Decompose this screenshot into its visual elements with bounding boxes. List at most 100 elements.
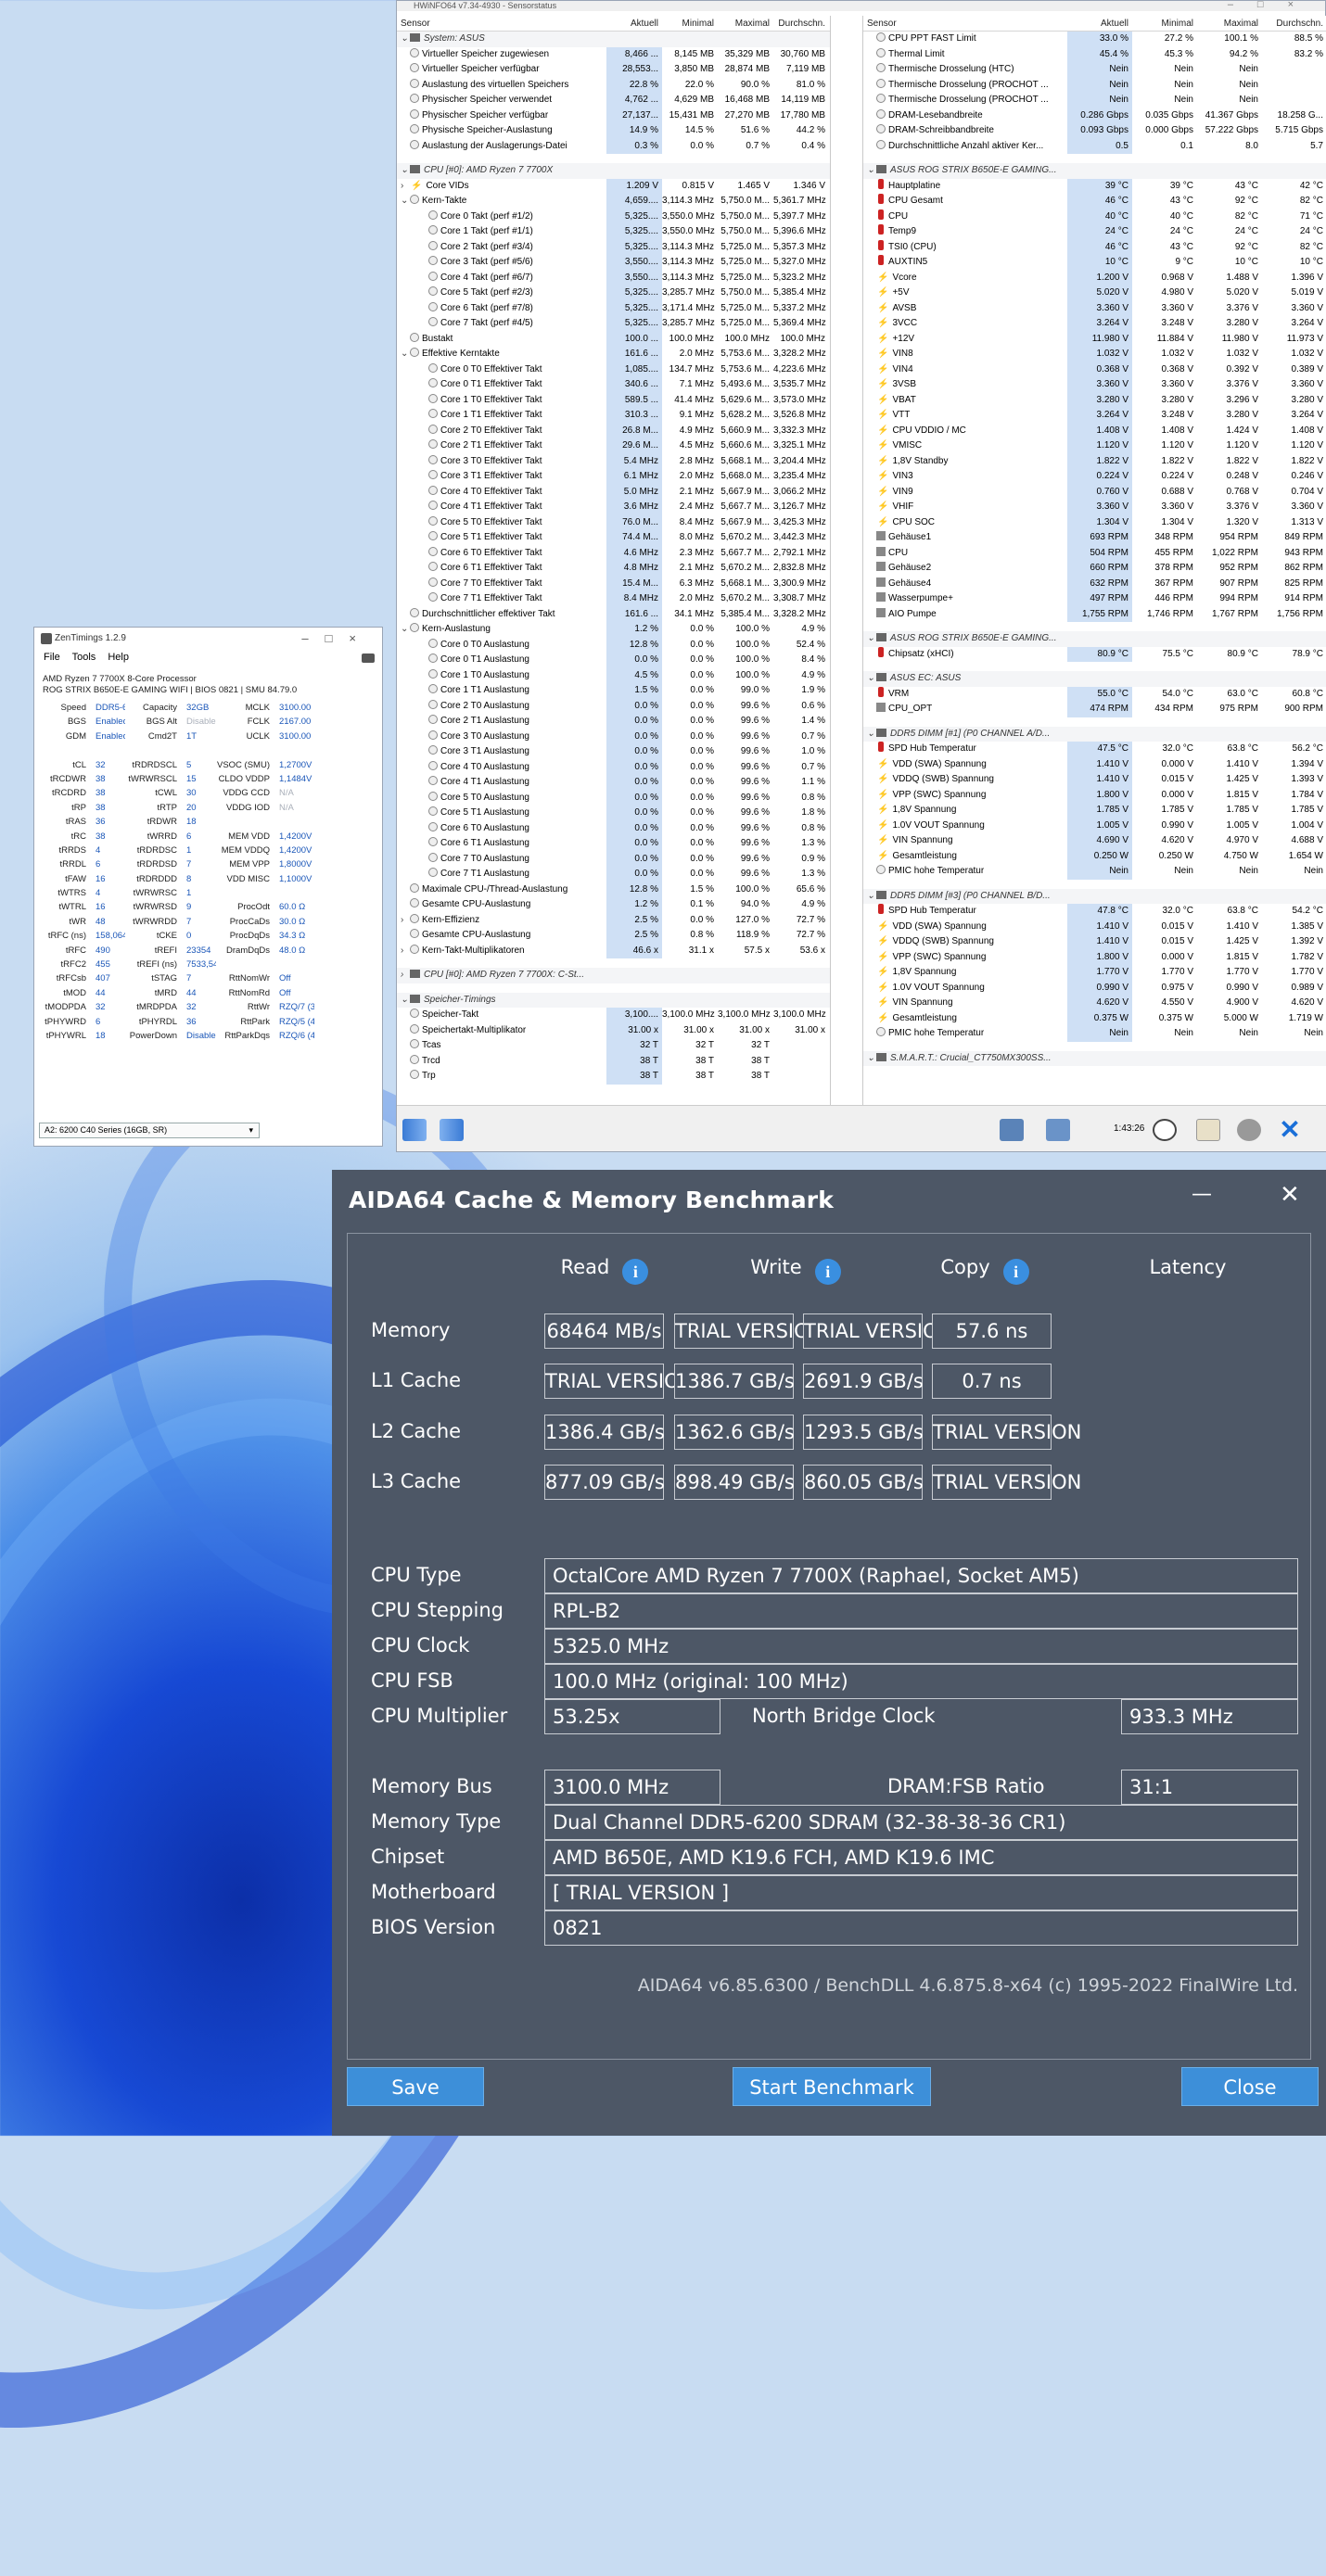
sensor-group-row[interactable]: ⌄ DDR5 DIMM [#3] (P0 CHANNEL B/D... (863, 888, 1326, 904)
sensor-row[interactable]: ⚡ VBAT 3.280 V 3.280 V 3.296 V 3.280 V (863, 392, 1326, 408)
sensor-row[interactable]: Thermische Drosselung (HTC) Nein Nein Nein (863, 62, 1326, 78)
sensor-row[interactable]: Core 0 T0 Auslastung 12.8 % 0.0 % 100.0 % 52… (397, 637, 830, 653)
column-header-label[interactable]: Sensor (397, 16, 606, 31)
sensor-row[interactable]: CPU 40 °C 40 °C 82 °C 71 °C (863, 209, 1326, 224)
sensor-row[interactable]: ⚡ VDD (SWA) Spannung 1.410 V 0.000 V 1.410 V… (863, 756, 1326, 772)
sensor-row[interactable]: Physische Speicher-Auslastung 14.9 % 14.5 … (397, 123, 830, 139)
sensor-row[interactable]: Core 1 T1 Auslastung 1.5 % 0.0 % 99.0 % 1.9 … (397, 683, 830, 699)
settings-gear-icon[interactable] (1237, 1119, 1261, 1141)
column-header-label[interactable]: Maximal (1197, 16, 1262, 31)
sensor-row[interactable]: Core 7 T1 Effektiver Takt 8.4 MHz 2.0 MHz 5… (397, 591, 830, 607)
sensor-row[interactable]: ⚡ VTT 3.264 V 3.248 V 3.280 V 3.264 V (863, 408, 1326, 424)
sensor-row[interactable]: AIO Pumpe 1,755 RPM 1,746 RPM 1,767 RPM 1,75… (863, 606, 1326, 622)
sensor-row[interactable]: › Kern-Effizienz 2.5 % 0.0 % 127.0 % 72.7 % (397, 912, 830, 928)
column-header[interactable]: Sensor Aktuell Minimal Maximal Durchschn. (397, 16, 830, 32)
sensor-row[interactable]: CPU 504 RPM 455 RPM 1,022 RPM 943 RPM (863, 545, 1326, 561)
sensor-row[interactable]: SPD Hub Temperatur 47.5 °C 32.0 °C 63.8 °C 5… (863, 742, 1326, 757)
sensor-row[interactable]: ⚡ CPU VDDIO / MC 1.408 V 1.408 V 1.424 V 1.40… (863, 423, 1326, 438)
sensor-row[interactable]: ⚡ 1.0V VOUT Spannung 1.005 V 0.990 V 1.005 V… (863, 818, 1326, 833)
network-icon[interactable] (1000, 1119, 1024, 1141)
expand-arrows-icon[interactable] (440, 1119, 464, 1141)
sensor-row[interactable]: ⚡ 1,8V Spannung 1.785 V 1.785 V 1.785 V 1.785… (863, 803, 1326, 818)
sensor-row[interactable]: Core 7 Takt (perf #4/5) 5,325.... 3,285.7 … (397, 316, 830, 332)
sensor-row[interactable]: ⚡ 3VCC 3.264 V 3.248 V 3.280 V 3.264 V (863, 316, 1326, 332)
menu-help[interactable]: Help (108, 652, 129, 663)
column-header-label[interactable]: Aktuell (606, 16, 662, 31)
sensor-row[interactable]: Wasserpumpe+ 497 RPM 446 RPM 994 RPM 914 RPM (863, 591, 1326, 607)
sensor-row[interactable]: Core 1 T0 Effektiver Takt 589.5 ... 41.4 M… (397, 392, 830, 408)
close-x-icon[interactable]: ✕ (1278, 1117, 1302, 1143)
sensor-row[interactable]: Core 6 T0 Effektiver Takt 4.6 MHz 2.3 MHz 5… (397, 545, 830, 561)
sensor-row[interactable]: Core 6 Takt (perf #7/8) 5,325.... 3,171.4 … (397, 300, 830, 316)
sensor-group-row[interactable]: ⌄ CPU [#0]: AMD Ryzen 7 7700X (397, 163, 830, 179)
sensor-row[interactable]: ⚡ CPU SOC 1.304 V 1.304 V 1.320 V 1.313 V (863, 514, 1326, 530)
sensor-row[interactable]: Core 5 T1 Auslastung 0.0 % 0.0 % 99.6 % 1.8 … (397, 806, 830, 821)
window-controls[interactable]: –□× (1228, 0, 1318, 10)
sensor-row[interactable]: Core 2 T0 Auslastung 0.0 % 0.0 % 99.6 % 0.6 … (397, 698, 830, 714)
sensor-row[interactable]: Core 1 T0 Auslastung 4.5 % 0.0 % 100.0 % 4.9… (397, 667, 830, 683)
info-icon[interactable]: i (622, 1259, 649, 1285)
screenshot-icon[interactable] (362, 654, 375, 663)
sensor-row[interactable]: CPU Gesamt 46 °C 43 °C 92 °C 82 °C (863, 194, 1326, 209)
sensor-row[interactable]: ⚡ VDDQ (SWB) Spannung 1.410 V 0.015 V 1.425 … (863, 772, 1326, 788)
sensor-row[interactable]: DRAM-Schreibbandbreite 0.093 Gbps 0.000 Gb… (863, 123, 1326, 139)
sensor-row[interactable]: Thermische Drosselung (PROCHOT ... Nein Ne… (863, 77, 1326, 93)
sensor-row[interactable]: Core 3 T1 Auslastung 0.0 % 0.0 % 99.6 % 1.0 … (397, 744, 830, 760)
minimize-button[interactable]: — (1192, 1183, 1212, 1206)
sensor-group-row[interactable]: ⌄ ASUS ROG STRIX B650E-E GAMING... (863, 163, 1326, 179)
start-benchmark-button[interactable]: Start Benchmark (733, 2067, 931, 2106)
sensor-group-row[interactable]: ⌄ ASUS EC: ASUS (863, 671, 1326, 687)
sensor-row[interactable]: Core 0 T1 Auslastung 0.0 % 0.0 % 100.0 % 8.4… (397, 653, 830, 668)
profile-select[interactable]: A2: 6200 C40 Series (16GB, SR) ▾ (39, 1123, 260, 1138)
sensor-row[interactable]: Physischer Speicher verfügbar 27,137... 15… (397, 108, 830, 123)
sensor-row[interactable]: ⚡ VDDQ (SWB) Spannung 1.410 V 0.015 V 1.425 … (863, 934, 1326, 950)
sensor-row[interactable]: ⚡ VPP (SWC) Spannung 1.800 V 0.000 V 1.815 V… (863, 949, 1326, 965)
close-button[interactable]: Close (1181, 2067, 1319, 2106)
sensor-row[interactable]: Chipsatz (xHCI) 80.9 °C 75.5 °C 80.9 °C 78.9… (863, 646, 1326, 662)
sensor-row[interactable]: PMIC hohe Temperatur Nein Nein Nein Nein (863, 864, 1326, 880)
column-header-label[interactable]: Aktuell (1067, 16, 1132, 31)
tree-toggle-icon[interactable]: ⌄ (401, 194, 410, 209)
sensor-row[interactable]: Gehäuse4 632 RPM 367 RPM 907 RPM 825 RPM (863, 576, 1326, 591)
sensor-row[interactable]: ⚡ VHIF 3.360 V 3.360 V 3.376 V 3.360 V (863, 500, 1326, 515)
column-header-label[interactable]: Minimal (662, 16, 718, 31)
sensor-row[interactable]: ⚡ Gesamtleistung 0.375 W 0.375 W 5.000 W 1.71… (863, 1010, 1326, 1026)
sensor-row[interactable]: Core 2 T1 Effektiver Takt 29.6 M... 4.5 MH… (397, 438, 830, 454)
sensor-row[interactable]: Speicher-Takt 3,100.... 3,100.0 MHz 3,100.0… (397, 1008, 830, 1023)
sensor-row[interactable]: Auslastung des virtuellen Speichers 22.8 … (397, 77, 830, 93)
sensor-row[interactable]: ⚡ Vcore 1.200 V 0.968 V 1.488 V 1.396 V (863, 270, 1326, 286)
sensor-row[interactable]: Auslastung der Auslagerungs-Datei 0.3 % 0.… (397, 138, 830, 154)
sensor-row[interactable]: PMIC hohe Temperatur Nein Nein Nein Nein (863, 1026, 1326, 1042)
report-icon[interactable] (1196, 1119, 1220, 1141)
column-header-label[interactable]: Minimal (1132, 16, 1197, 31)
sensor-row[interactable]: ⚡ VIN8 1.032 V 1.032 V 1.032 V 1.032 V (863, 347, 1326, 362)
tree-toggle-icon[interactable]: ⌄ (401, 622, 410, 638)
sensor-row[interactable]: Durchschnittliche Anzahl aktiver Ker... 0… (863, 138, 1326, 154)
window-controls[interactable]: –□× (301, 628, 373, 650)
sensor-row[interactable]: Core 6 T0 Auslastung 0.0 % 0.0 % 99.6 % 0.8 … (397, 820, 830, 836)
sensor-row[interactable]: Core 3 T0 Auslastung 0.0 % 0.0 % 99.6 % 0.7 … (397, 729, 830, 744)
sensor-row[interactable]: Core 4 Takt (perf #6/7) 3,550.... 3,114.3 … (397, 270, 830, 286)
hwinfo-left-pane[interactable]: Sensor Aktuell Minimal Maximal Durchschn. ⌄ S… (397, 16, 831, 1107)
tree-toggle-icon[interactable]: ⌄ (401, 347, 410, 362)
hwinfo-right-pane[interactable]: Sensor Aktuell Minimal Maximal Durchschn. CP… (862, 16, 1326, 1107)
sensor-row[interactable]: Durchschnittlicher effektiver Takt 161.6 … (397, 606, 830, 622)
sensor-row[interactable]: Core 1 T1 Effektiver Takt 310.3 ... 9.1 MH… (397, 408, 830, 424)
sensor-group-row[interactable]: ⌄ System: ASUS (397, 32, 830, 47)
sensor-row[interactable]: ⚡ 1.0V VOUT Spannung 0.990 V 0.975 V 0.990 V… (863, 980, 1326, 996)
sensor-row[interactable]: Virtueller Speicher zugewiesen 8,466 ... 8… (397, 46, 830, 62)
sensor-row[interactable]: ⚡ 1,8V Standby 1.822 V 1.822 V 1.822 V 1.822 … (863, 453, 1326, 469)
column-header[interactable]: Sensor Aktuell Minimal Maximal Durchschn. (863, 16, 1326, 32)
sensor-row[interactable]: Core 2 Takt (perf #3/4) 5,325.... 3,114.3 … (397, 239, 830, 255)
sensor-row[interactable]: Core 3 T0 Effektiver Takt 5.4 MHz 2.8 MHz 5… (397, 453, 830, 469)
sensor-group-row[interactable]: ⌄ Speicher-Timings (397, 992, 830, 1008)
sensor-row[interactable]: ⚡ VIN Spannung 4.620 V 4.550 V 4.900 V 4.620 … (863, 996, 1326, 1011)
column-header-label[interactable]: Durchschn. (1262, 16, 1326, 31)
sensor-row[interactable]: ⚡ AVSB 3.360 V 3.360 V 3.376 V 3.360 V (863, 300, 1326, 316)
sensor-row[interactable]: ⚡ VIN9 0.760 V 0.688 V 0.768 V 0.704 V (863, 484, 1326, 500)
sensor-group-row[interactable]: ⌄ ASUS ROG STRIX B650E-E GAMING... (863, 631, 1326, 647)
sensor-row[interactable]: ⚡ 3VSB 3.360 V 3.360 V 3.376 V 3.360 V (863, 377, 1326, 393)
sensor-row[interactable]: Speichertakt-Multiplikator 31.00 x 31.00 x… (397, 1022, 830, 1038)
sensor-row[interactable]: Core 2 T1 Auslastung 0.0 % 0.0 % 99.6 % 1.4 … (397, 714, 830, 730)
info-icon[interactable]: i (1002, 1259, 1029, 1285)
